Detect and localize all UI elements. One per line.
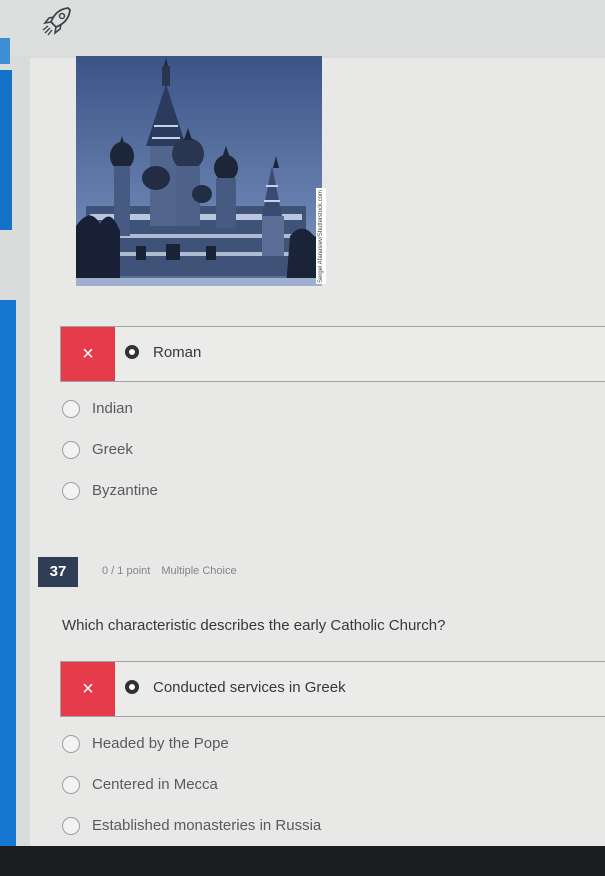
side-nav-strip-lower [0,300,16,846]
radio-button[interactable] [62,482,80,500]
radio-button[interactable] [62,735,80,753]
incorrect-mark-icon: × [61,662,115,716]
radio-button[interactable] [62,776,80,794]
selected-answer-text: Roman [153,344,202,361]
selected-answer-text: Conducted services in Greek [153,679,346,696]
top-toolbar [0,0,605,56]
option-label: Centered in Mecca [92,776,218,793]
question-number-badge: 37 [38,557,78,587]
selected-answer-row[interactable]: × Conducted services in Greek [60,661,605,717]
radio-button[interactable] [62,400,80,418]
photo-credit: Sergei Afanasiev/Shutterstock.com [316,188,326,284]
incorrect-mark-icon: × [61,327,115,381]
question-text: Which characteristic describes the early… [62,617,446,634]
question-type-label: Multiple Choice [161,565,237,577]
option-label: Headed by the Pope [92,735,229,752]
radio-button[interactable] [62,441,80,459]
side-nav-strip [0,70,12,230]
selected-radio[interactable] [125,345,139,359]
screen-bezel [0,846,605,876]
option-label: Indian [92,400,133,417]
side-tab[interactable] [0,38,10,64]
selected-radio[interactable] [125,680,139,694]
selected-answer-row[interactable]: × Roman [60,326,605,382]
points-label: 0 / 1 point [102,565,151,577]
option-label: Greek [92,441,133,458]
option-label: Byzantine [92,482,158,499]
option-label: Established monasteries in Russia [92,817,322,834]
rocket-icon[interactable] [40,4,76,38]
radio-button[interactable] [62,817,80,835]
cathedral-photo [76,56,322,286]
question-meta: 0 / 1 point Multiple Choice [102,565,237,577]
